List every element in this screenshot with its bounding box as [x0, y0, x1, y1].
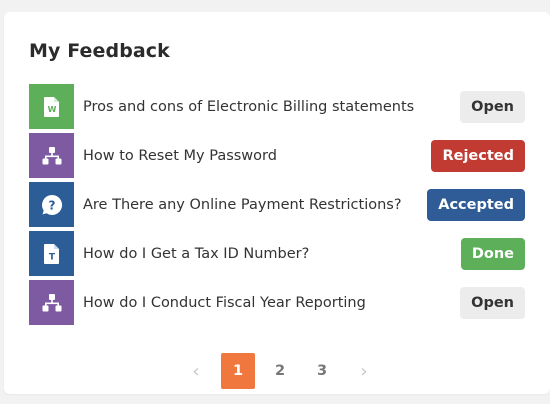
- status-badge: Open: [460, 286, 525, 319]
- feedback-item[interactable]: W Pros and cons of Electronic Billing st…: [29, 84, 525, 129]
- svg-text:T: T: [48, 252, 55, 262]
- feedback-item-text: How do I Get a Tax ID Number?: [83, 245, 310, 262]
- feedback-item[interactable]: T How do I Get a Tax ID Number? Done: [29, 231, 525, 276]
- page-button-2[interactable]: 2: [263, 353, 297, 389]
- org-chart-icon: [29, 133, 74, 178]
- page-button-1[interactable]: 1: [221, 353, 255, 389]
- org-chart-icon: [29, 280, 74, 325]
- svg-text:?: ?: [48, 198, 55, 212]
- feedback-item[interactable]: ? Are There any Online Payment Restricti…: [29, 182, 525, 227]
- spreadsheet-document-icon: W: [29, 84, 74, 129]
- status-badge: Rejected: [431, 139, 525, 172]
- page-button-3[interactable]: 3: [305, 353, 339, 389]
- svg-text:W: W: [47, 105, 56, 114]
- chevron-right-icon[interactable]: ›: [349, 353, 379, 389]
- org-chart-icon-svg: [42, 293, 61, 311]
- text-document-icon: T: [29, 231, 74, 276]
- feedback-item[interactable]: How to Reset My Password Rejected: [29, 133, 525, 178]
- feedback-list: W Pros and cons of Electronic Billing st…: [29, 84, 525, 329]
- feedback-item-text: Pros and cons of Electronic Billing stat…: [83, 98, 415, 115]
- card-title: My Feedback: [29, 40, 170, 62]
- status-badge: Done: [460, 237, 525, 270]
- feedback-item-text: How do I Conduct Fiscal Year Reporting: [83, 294, 366, 311]
- feedback-item[interactable]: How do I Conduct Fiscal Year Reporting O…: [29, 280, 525, 325]
- question-bubble-icon: ?: [29, 182, 74, 227]
- org-chart-icon-svg: [42, 146, 61, 164]
- status-badge: Accepted: [427, 188, 525, 221]
- pagination: ‹ 1 2 3 ›: [181, 353, 379, 389]
- question-bubble-icon-svg: ?: [41, 194, 62, 215]
- spreadsheet-document-icon-svg: W: [43, 96, 59, 117]
- text-document-icon-svg: T: [43, 243, 59, 264]
- feedback-card: My Feedback W Pros and cons of Electroni…: [4, 12, 550, 394]
- status-badge: Open: [460, 90, 525, 123]
- chevron-left-icon[interactable]: ‹: [181, 353, 211, 389]
